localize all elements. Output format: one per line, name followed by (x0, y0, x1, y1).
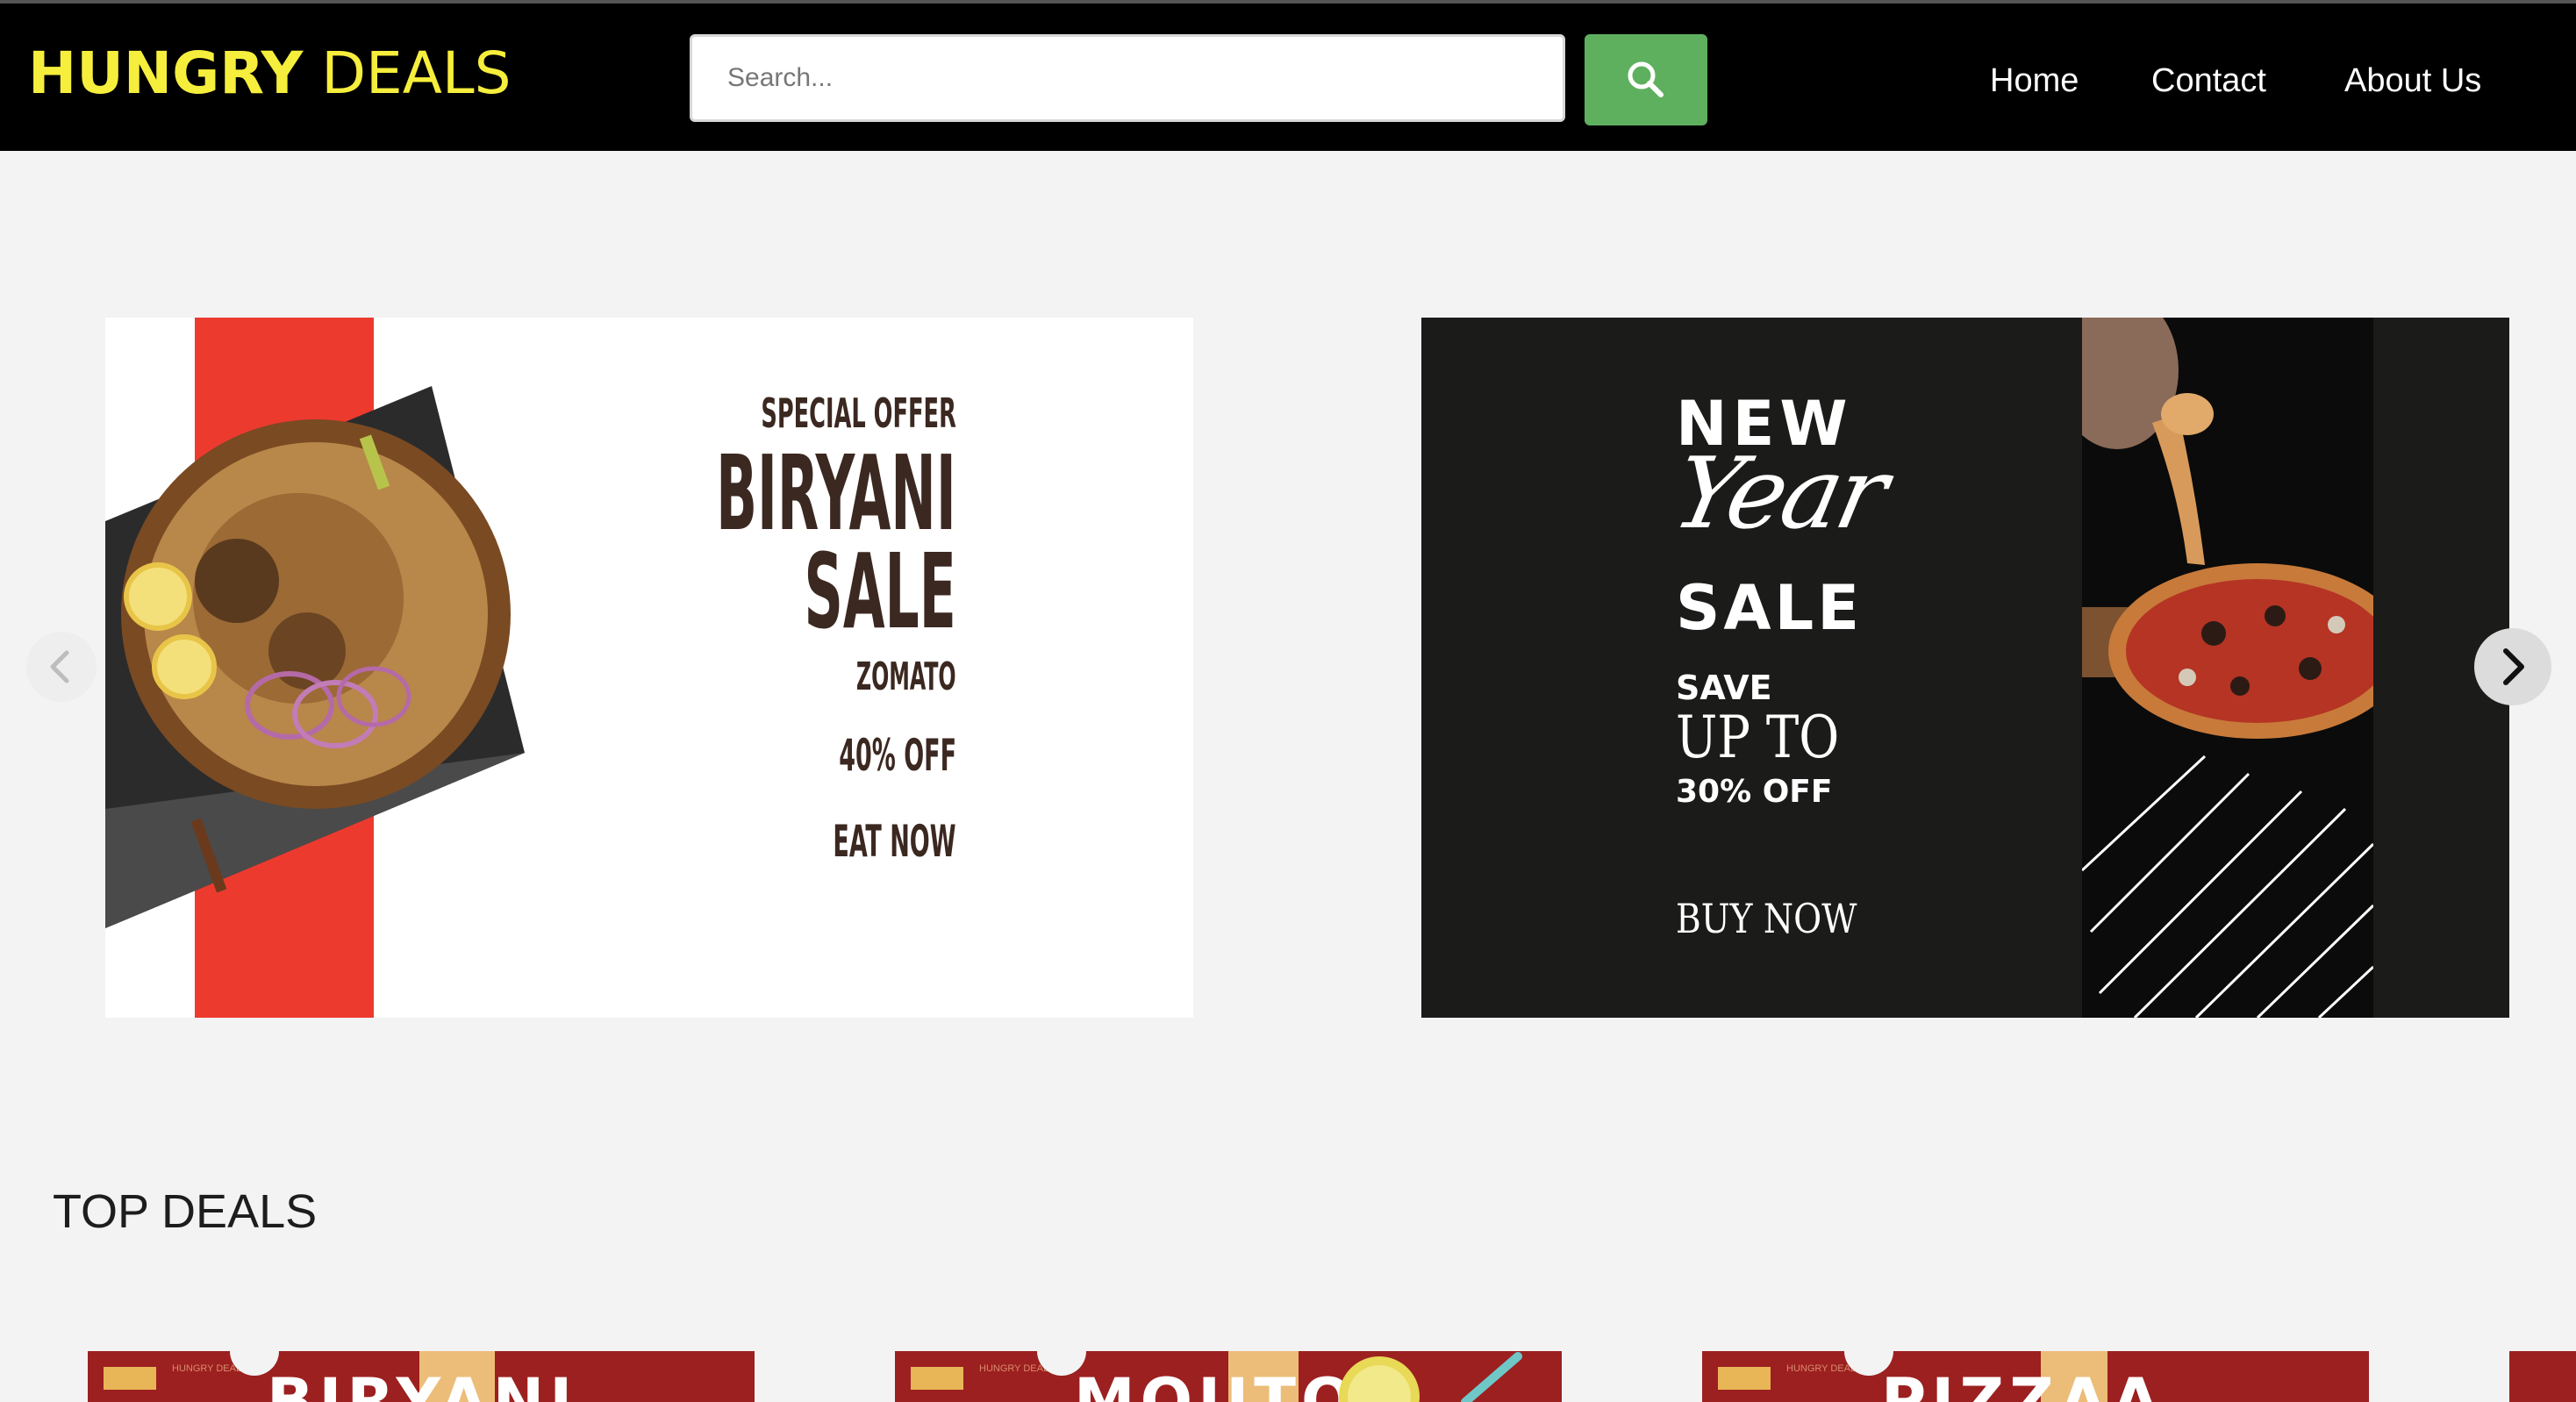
slide2-line-up-to: UP TO (1676, 704, 1840, 771)
nav-home[interactable]: Home (1990, 56, 2079, 105)
slide1-line-zomato: ZOMATO (856, 655, 956, 699)
chevron-right-icon (2503, 648, 2524, 685)
biryani-photo (105, 386, 525, 928)
ticket-icon (911, 1367, 963, 1390)
site-header: HUNGRY DEALS Home Contact About Us (0, 4, 2576, 151)
logo-light: DEALS (321, 39, 512, 107)
slide2-line-year: Year (1664, 437, 1894, 551)
nav-contact[interactable]: Contact (2151, 56, 2266, 105)
card-title: MOJITO (1074, 1365, 1359, 1402)
slide2-line-discount: 30% OFF (1676, 774, 1833, 810)
lemon-icon (1339, 1352, 1522, 1402)
slide2-line-sale: SALE (1676, 572, 1864, 644)
search-input[interactable] (690, 34, 1565, 122)
deal-card-pizzaa[interactable]: HUNGRY DEALS PIZZAA (1702, 1351, 2369, 1402)
slide1-line-special-offer: SPECIAL OFFER (761, 390, 956, 437)
slide1-line-discount: 40% OFF (839, 730, 956, 781)
carousel-slide-new-year[interactable]: NEW Year SALE SAVE UP TO 30% OFF BUY NOW (1421, 318, 2509, 1018)
slide2-line-save: SAVE (1676, 669, 1772, 707)
ticket-icon (1718, 1367, 1771, 1390)
nav-about-us[interactable]: About Us (2344, 56, 2481, 105)
slide1-line-sale: SALE (804, 531, 956, 652)
search-icon (1628, 61, 1664, 97)
card-title: PIZZAA (1881, 1365, 2165, 1402)
deal-card-mojito[interactable]: HUNGRY DEALS MOJITO (895, 1351, 1562, 1402)
ticket-icon (104, 1367, 156, 1390)
deal-card-biryani[interactable]: HUNGRY DEALS BIRYANI (88, 1351, 755, 1402)
slide2-line-buy-now: BUY NOW (1676, 895, 1857, 942)
slide1-line-eat-now: EAT NOW (833, 816, 956, 867)
deal-card-partial[interactable] (2509, 1351, 2576, 1402)
carousel-prev-button[interactable] (26, 632, 97, 702)
logo-bold: HUNGRY (28, 39, 304, 107)
card-title: BIRYANI (267, 1365, 578, 1402)
chevron-left-icon (50, 650, 69, 683)
pizza-photo (2082, 318, 2373, 1018)
site-logo[interactable]: HUNGRY DEALS (28, 39, 512, 109)
top-deals-heading: TOP DEALS (53, 1185, 318, 1238)
carousel-next-button[interactable] (2474, 628, 2551, 705)
carousel-slide-biryani[interactable]: SPECIAL OFFER BIRYANI SALE ZOMATO 40% OF… (105, 318, 1193, 1018)
search-button[interactable] (1585, 34, 1707, 125)
